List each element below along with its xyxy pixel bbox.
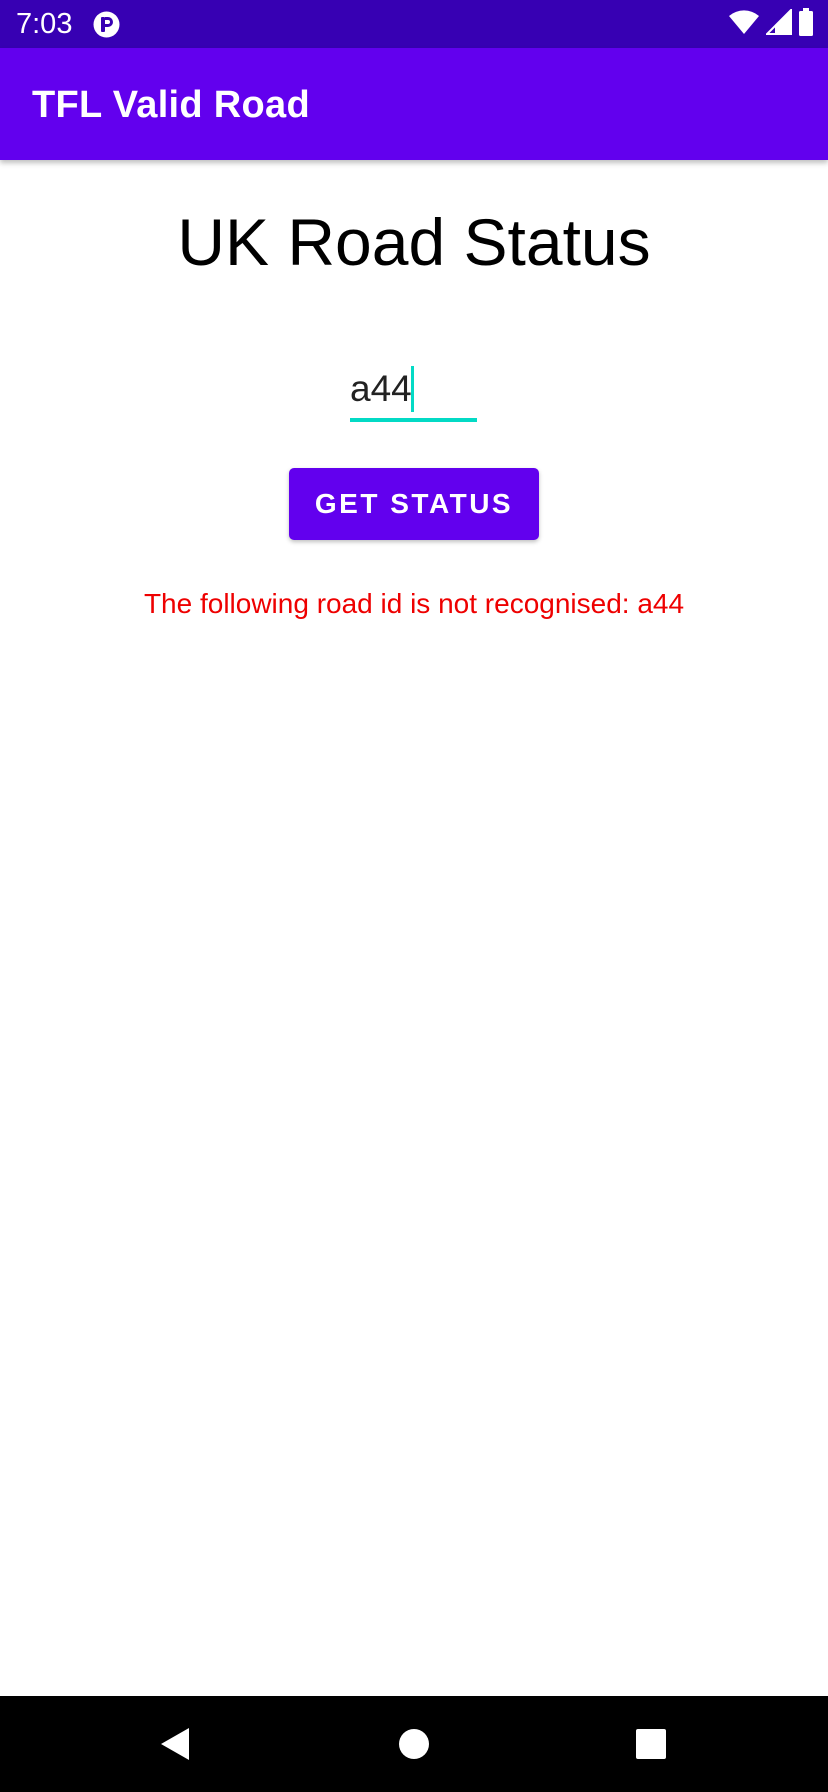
wifi-icon [728,9,760,40]
status-icons [728,7,814,41]
input-underline [350,418,477,422]
page-title: UK Road Status [177,205,651,279]
status-time: 7:03 [16,8,73,40]
status-bar: 7:03 [0,0,828,48]
app-screen: 7:03 TFL Valid Road UK Road Status a44 G… [0,0,828,1792]
app-notification-icon [93,11,120,38]
system-nav-bar [0,1696,828,1792]
road-id-field[interactable] [350,362,477,422]
recents-icon[interactable] [627,1720,675,1768]
signal-icon [764,7,792,40]
error-message: The following road id is not recognised:… [143,588,685,619]
text-cursor [411,366,414,412]
battery-icon [798,7,814,41]
get-status-button[interactable]: GET STATUS [289,468,539,540]
home-icon[interactable] [390,1720,438,1768]
app-bar: TFL Valid Road [0,48,828,160]
back-icon[interactable] [150,1720,198,1768]
app-title: TFL Valid Road [32,84,310,126]
